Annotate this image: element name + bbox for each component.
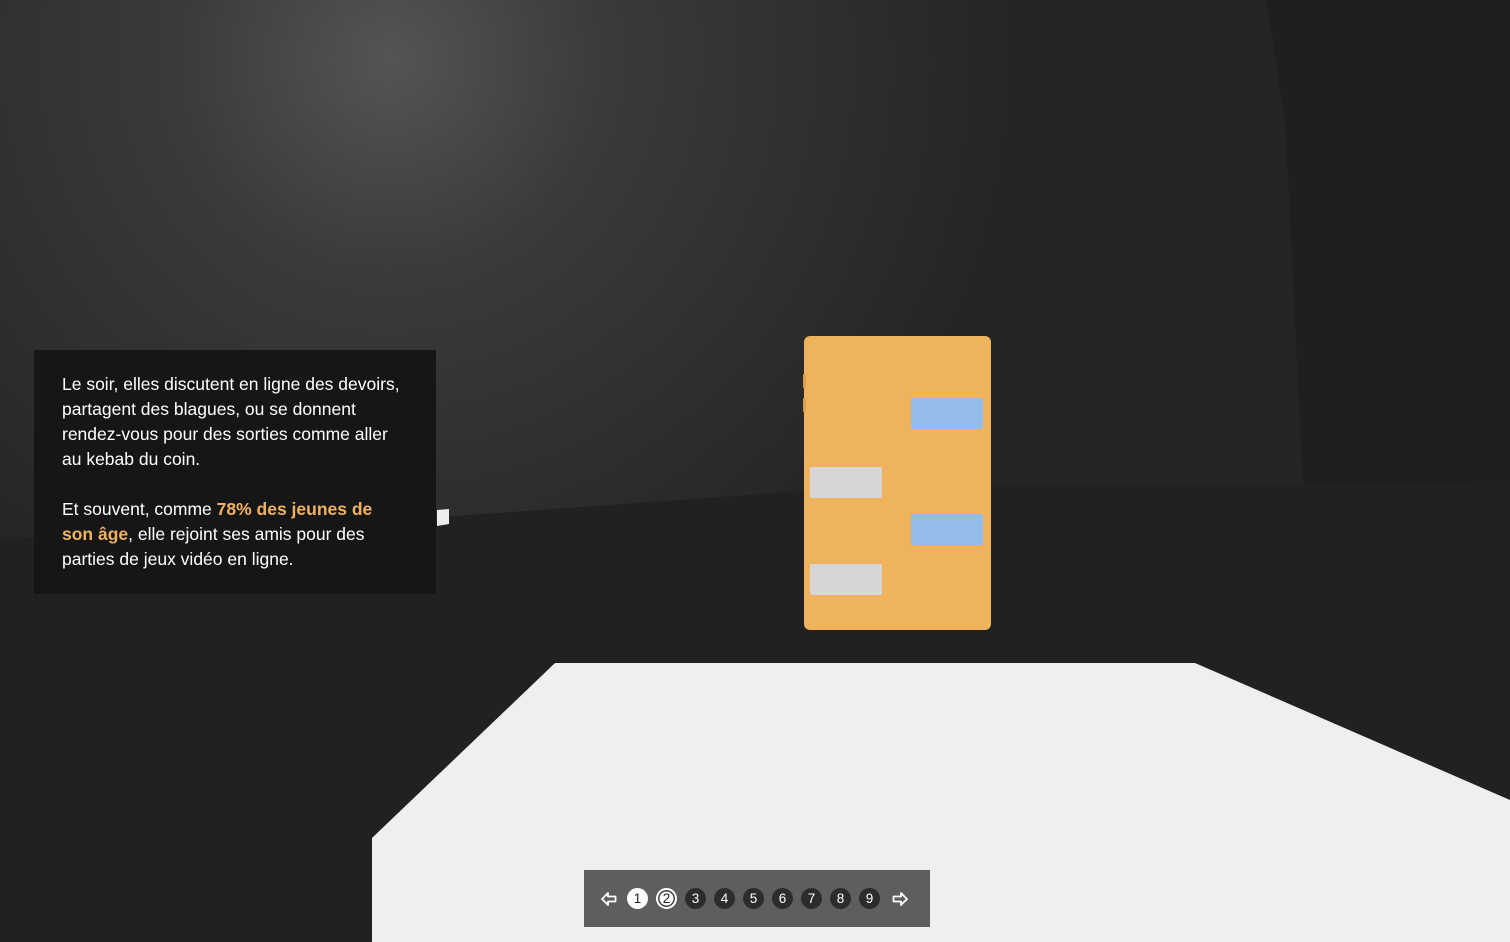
page-dot-1[interactable]: 1 [627,888,648,909]
story-text-panel: Le soir, elles discutent en ligne des de… [34,350,436,594]
phone-chat-illustration [803,336,991,630]
scene-viewport: Le soir, elles discutent en ligne des de… [0,0,1510,942]
chat-bubble-received [810,564,882,595]
chat-bubble-sent [911,514,983,545]
page-dots: 123456789 [627,888,880,909]
page-dot-7[interactable]: 7 [801,888,822,909]
page-dot-4[interactable]: 4 [714,888,735,909]
page-navigation: 123456789 [584,870,930,927]
page-dot-6[interactable]: 6 [772,888,793,909]
page-dot-3[interactable]: 3 [685,888,706,909]
chat-bubble-received [810,467,882,498]
arrow-left-icon [601,891,617,906]
arrow-right-icon [892,891,908,906]
previous-page-button[interactable] [598,888,620,910]
page-dot-9[interactable]: 9 [859,888,880,909]
story-paragraph-2: Et souvent, comme 78% des jeunes de son … [62,497,408,572]
story-paragraph-2-start: Et souvent, comme [62,499,217,519]
next-page-button[interactable] [889,888,911,910]
phone-side-button [803,398,806,412]
right-pillar [1266,0,1510,486]
small-box [437,509,449,526]
chat-bubble-sent [911,398,983,429]
story-paragraph-1: Le soir, elles discutent en ligne des de… [62,374,400,469]
phone-side-button [803,374,806,388]
page-dot-8[interactable]: 8 [830,888,851,909]
page-dot-5[interactable]: 5 [743,888,764,909]
page-dot-2[interactable]: 2 [656,888,677,909]
